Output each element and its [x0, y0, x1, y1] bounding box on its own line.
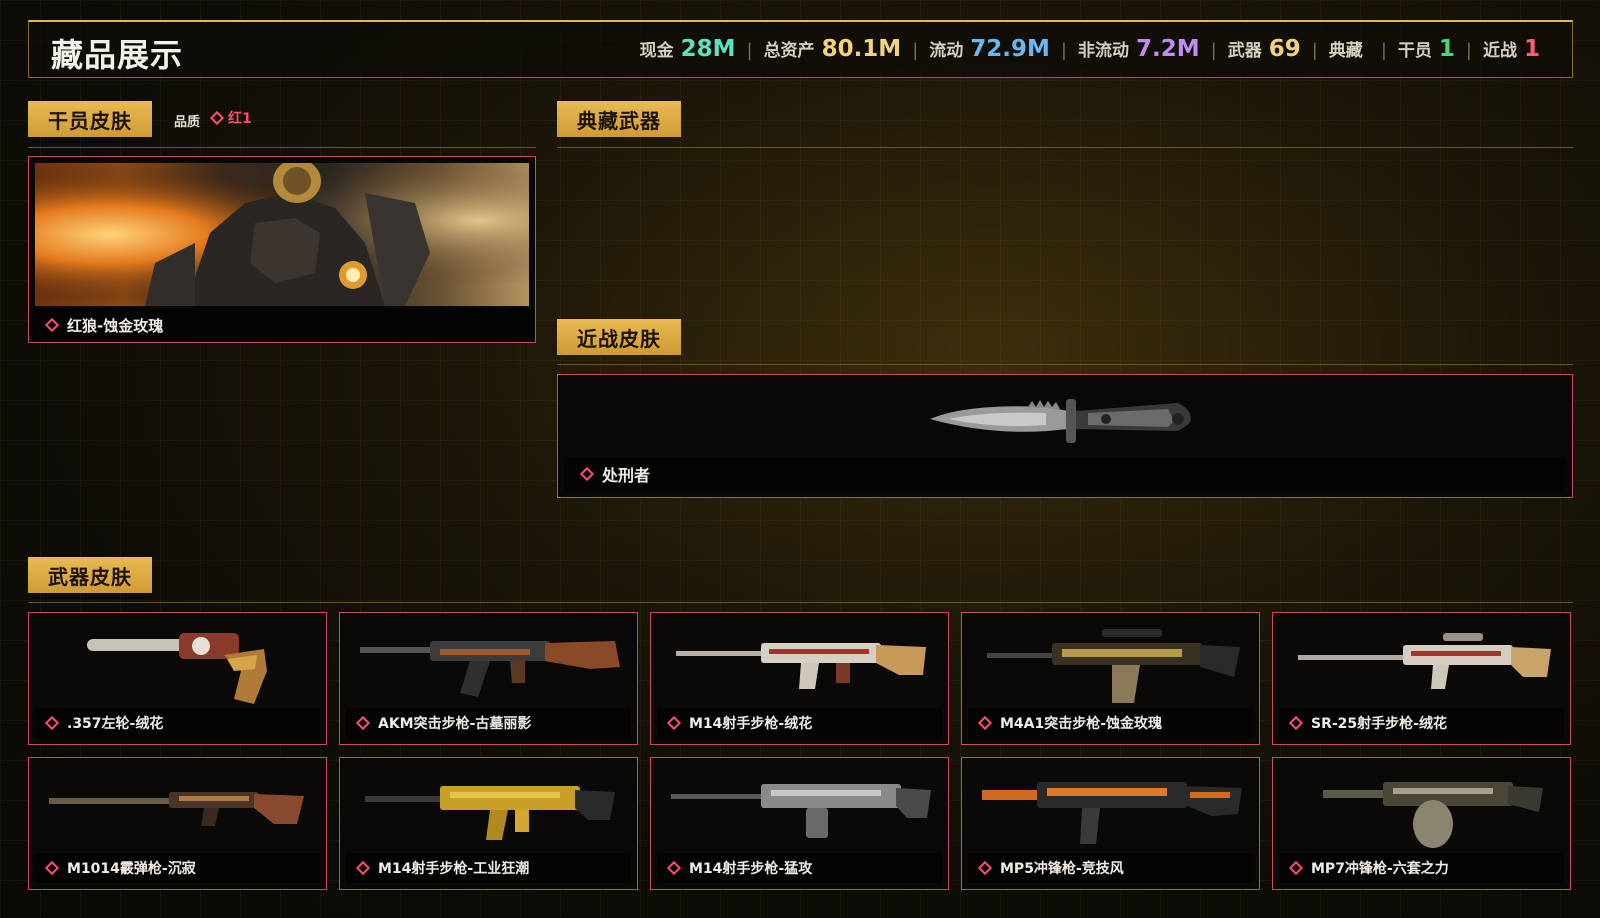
quality-value: 红1: [209, 108, 252, 128]
weapon-skin-name: M4A1突击步枪-蚀金玫瑰: [1000, 716, 1163, 732]
weapon-skin-card[interactable]: M14射手步枪-工业狂潮: [339, 757, 638, 890]
revolver-image: [87, 633, 267, 704]
weapon-skin-card[interactable]: AKM突击步枪-古墓丽影: [339, 612, 638, 745]
rifle-image: [1298, 633, 1551, 689]
shotgun-image: [49, 792, 304, 826]
weapon-skin-caption: M14射手步枪-工业狂潮: [346, 853, 631, 883]
section-divider: [557, 147, 1573, 148]
rarity-diamond-icon: [1288, 860, 1304, 876]
weapon-skin-caption: MP5冲锋枪-竞技风: [968, 853, 1253, 883]
smg-image: [1323, 782, 1543, 848]
page-title: 藏品展示: [51, 36, 184, 74]
stat-value-total-assets: 80.1M: [821, 36, 902, 62]
weapon-skin-card[interactable]: M14射手步枪-猛攻: [650, 757, 949, 890]
stat-label-illiquid: 非流动: [1078, 41, 1129, 61]
stat-label-total-assets: 总资产: [763, 41, 815, 61]
operator-skin-name: 红狼-蚀金玫瑰: [67, 316, 164, 335]
rarity-diamond-icon: [977, 860, 993, 876]
rifle-image: [360, 641, 620, 697]
weapon-skin-caption: M14射手步枪-绒花: [657, 708, 942, 738]
operator-illustration: [35, 163, 529, 306]
section-divider: [28, 147, 536, 148]
rarity-diamond-icon: [209, 110, 225, 126]
weapon-skin-name: M1014霰弹枪-沉寂: [67, 861, 196, 877]
melee-skin-card[interactable]: 处刑者: [557, 374, 1573, 498]
weapon-skin-card[interactable]: SR-25射手步枪-绒花: [1272, 612, 1571, 745]
stat-separator: |: [1380, 40, 1387, 61]
stat-value-cash: 28M: [680, 36, 736, 62]
stat-separator: |: [912, 40, 919, 61]
melee-skin-caption: 处刑者: [564, 457, 1566, 491]
stat-value-melee: 1: [1523, 36, 1540, 62]
rifle-image: [365, 786, 615, 840]
rarity-diamond-icon: [1288, 715, 1304, 731]
weapon-skin-card[interactable]: M14射手步枪-绒花: [650, 612, 949, 745]
weapon-skin-caption: AKM突击步枪-古墓丽影: [346, 708, 631, 738]
stat-label-cash: 现金: [639, 41, 674, 61]
weapon-skin-card[interactable]: M1014霰弹枪-沉寂: [28, 757, 327, 890]
stat-value-illiquid: 7.2M: [1136, 36, 1200, 62]
section-divider: [28, 602, 1573, 603]
weapon-skin-card[interactable]: M4A1突击步枪-蚀金玫瑰: [961, 612, 1260, 745]
rarity-diamond-icon: [666, 860, 682, 876]
quality-label: 品质: [174, 115, 201, 130]
weapon-skin-name: M14射手步枪-绒花: [689, 716, 813, 732]
stat-separator: |: [1210, 40, 1217, 61]
stat-label-melee: 近战: [1482, 41, 1517, 61]
weapon-skin-name: .357左轮-绒花: [67, 716, 164, 732]
rarity-diamond-icon: [977, 715, 993, 731]
weapon-skin-caption: M14射手步枪-猛攻: [657, 853, 942, 883]
weapon-skin-caption: .357左轮-绒花: [35, 708, 320, 738]
weapon-skin-name: SR-25射手步枪-绒花: [1311, 716, 1447, 732]
weapon-skin-name: M14射手步枪-工业狂潮: [378, 861, 530, 877]
smg-image: [982, 782, 1242, 844]
weapon-skin-name: MP5冲锋枪-竞技风: [1000, 861, 1124, 877]
section-divider: [557, 364, 1573, 365]
weapon-skin-caption: M4A1突击步枪-蚀金玫瑰: [968, 708, 1253, 738]
section-label-collection-weapons: 典藏武器: [557, 101, 681, 137]
rarity-diamond-icon: [355, 860, 371, 876]
knife-image: [930, 399, 1191, 443]
stats-bar: 现金 28M | 总资产 80.1M | 流动 72.9M | 非流动 7.2M…: [640, 36, 1540, 66]
weapon-skin-card[interactable]: .357左轮-绒花: [28, 612, 327, 745]
section-label-weapon-skins: 武器皮肤: [28, 557, 152, 593]
melee-skin-name: 处刑者: [602, 466, 651, 485]
rifle-image: [676, 643, 926, 689]
weapon-skin-card[interactable]: MP5冲锋枪-竞技风: [961, 757, 1260, 890]
stat-separator: |: [746, 40, 753, 61]
rarity-diamond-icon: [44, 860, 60, 876]
operator-skin-card[interactable]: 红狼-蚀金玫瑰: [28, 156, 536, 343]
quality-value-text: 红1: [228, 111, 252, 127]
weapon-skin-name: M14射手步枪-猛攻: [689, 861, 813, 877]
weapon-skin-caption: M1014霰弹枪-沉寂: [35, 853, 320, 883]
rifle-image: [987, 629, 1240, 703]
operator-skin-caption: 红狼-蚀金玫瑰: [29, 308, 535, 342]
stat-value-operators: 1: [1438, 36, 1455, 62]
section-label-melee-skins: 近战皮肤: [557, 319, 681, 355]
stat-separator: |: [1311, 40, 1318, 61]
stat-label-liquid: 流动: [929, 41, 964, 61]
rarity-diamond-icon: [579, 466, 595, 482]
stat-label-collection: 典藏: [1328, 41, 1363, 61]
stat-label-operators: 干员: [1397, 41, 1432, 61]
weapon-skin-caption: SR-25射手步枪-绒花: [1279, 708, 1564, 738]
weapon-skin-caption: MP7冲锋枪-六套之力: [1279, 853, 1564, 883]
stat-value-liquid: 72.9M: [970, 36, 1050, 62]
rarity-diamond-icon: [355, 715, 371, 731]
rarity-diamond-icon: [44, 715, 60, 731]
header-bar: 藏品展示 现金 28M | 总资产 80.1M | 流动 72.9M | 非流动…: [28, 20, 1573, 78]
stat-separator: |: [1465, 40, 1472, 61]
stat-label-weapons: 武器: [1227, 41, 1262, 61]
stat-value-weapons: 69: [1268, 36, 1301, 62]
section-label-operator-skins: 干员皮肤: [28, 101, 152, 137]
stat-separator: |: [1060, 40, 1067, 61]
rifle-image: [671, 784, 931, 838]
operator-skin-image: [35, 163, 529, 306]
weapon-skin-name: AKM突击步枪-古墓丽影: [378, 716, 532, 732]
rarity-diamond-icon: [666, 715, 682, 731]
rarity-diamond-icon: [44, 317, 60, 333]
weapon-skin-name: MP7冲锋枪-六套之力: [1311, 861, 1449, 877]
weapon-skin-card[interactable]: MP7冲锋枪-六套之力: [1272, 757, 1571, 890]
